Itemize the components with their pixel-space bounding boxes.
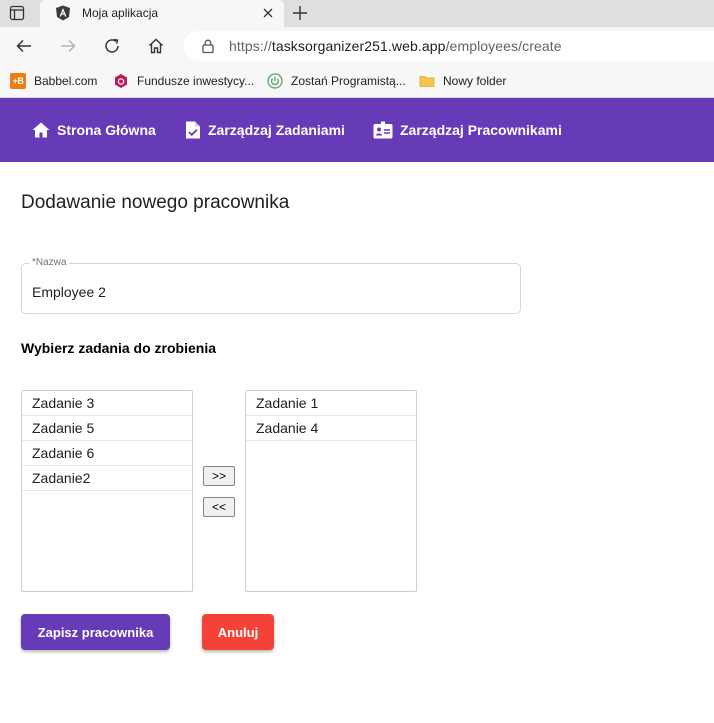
move-right-button[interactable]: >>: [203, 466, 235, 486]
reload-icon[interactable]: [102, 36, 122, 56]
cancel-button[interactable]: Anuluj: [202, 614, 274, 650]
nav-home[interactable]: Strona Główna: [31, 119, 156, 141]
folder-icon: [419, 73, 435, 89]
home-icon: [32, 122, 50, 138]
nav-home-label: Strona Główna: [57, 122, 156, 138]
browser-toolbar: https://tasksorganizer251.web.app/employ…: [0, 27, 714, 65]
tasks-section-title: Wybierz zadania do zrobienia: [21, 340, 217, 356]
babbel-icon: +B: [10, 73, 26, 89]
available-tasks-list[interactable]: Zadanie 3 Zadanie 5 Zadanie 6 Zadanie2: [21, 390, 193, 592]
selected-task-item[interactable]: Zadanie 4: [246, 416, 416, 441]
selected-tasks-list[interactable]: Zadanie 1 Zadanie 4: [245, 390, 417, 592]
bookmarks-bar: +B Babbel.com Fundusze inwestycy... Zost…: [0, 65, 714, 98]
angular-icon: [55, 5, 71, 21]
available-task-item[interactable]: Zadanie 6: [22, 441, 192, 466]
url-path: /employees/create: [445, 38, 562, 54]
power-icon: [267, 73, 283, 89]
available-task-item[interactable]: Zadanie 5: [22, 416, 192, 441]
available-task-item[interactable]: Zadanie2: [22, 466, 192, 491]
available-task-item[interactable]: Zadanie 3: [22, 391, 192, 416]
app-navbar: Strona Główna Zarządzaj Zadaniami Zarząd…: [0, 98, 714, 162]
bookmark-babbel[interactable]: +B Babbel.com: [10, 72, 97, 90]
url-text: https://tasksorganizer251.web.app/employ…: [229, 38, 562, 54]
url-host: tasksorganizer251.web.app: [271, 38, 446, 54]
back-arrow-icon[interactable]: [14, 36, 34, 56]
url-prefix: https://: [229, 38, 272, 54]
browser-tab[interactable]: Moja aplikacja: [40, 0, 284, 27]
lock-icon[interactable]: [200, 38, 216, 54]
bookmark-fundusze[interactable]: Fundusze inwestycy...: [113, 72, 254, 90]
nav-employees[interactable]: Zarządzaj Pracownikami: [372, 119, 562, 141]
selected-task-item[interactable]: Zadanie 1: [246, 391, 416, 416]
bookmark-nowy-folder[interactable]: Nowy folder: [419, 72, 506, 90]
bookmark-label: Fundusze inwestycy...: [137, 74, 255, 88]
task-document-icon: [186, 121, 200, 139]
close-icon[interactable]: [260, 5, 276, 21]
new-tab-plus-icon[interactable]: [290, 3, 310, 23]
page-title: Dodawanie nowego pracownika: [21, 192, 290, 213]
employee-badge-icon: [373, 121, 393, 139]
nav-employees-label: Zarządzaj Pracownikami: [400, 122, 562, 138]
move-left-button[interactable]: <<: [203, 497, 235, 517]
bookmark-label: Nowy folder: [443, 74, 507, 88]
bookmark-label: Babbel.com: [34, 74, 98, 88]
name-input[interactable]: [32, 284, 502, 300]
forward-arrow-icon[interactable]: [58, 36, 78, 56]
browser-tab-bar: Moja aplikacja: [0, 0, 714, 27]
name-field[interactable]: *Nazwa: [21, 257, 521, 314]
nav-tasks[interactable]: Zarządzaj Zadaniami: [184, 119, 345, 141]
tab-title: Moja aplikacja: [82, 6, 159, 20]
address-bar[interactable]: https://tasksorganizer251.web.app/employ…: [184, 31, 714, 61]
name-field-label: *Nazwa: [29, 257, 70, 269]
nav-tasks-label: Zarządzaj Zadaniami: [208, 122, 345, 138]
tab-actions-icon[interactable]: [8, 4, 26, 22]
fundusze-icon: [113, 73, 129, 89]
bookmark-programista[interactable]: Zostań Programistą...: [267, 72, 406, 90]
bookmark-label: Zostań Programistą...: [291, 74, 406, 88]
home-icon[interactable]: [146, 36, 166, 56]
save-employee-button[interactable]: Zapisz pracownika: [21, 614, 170, 650]
